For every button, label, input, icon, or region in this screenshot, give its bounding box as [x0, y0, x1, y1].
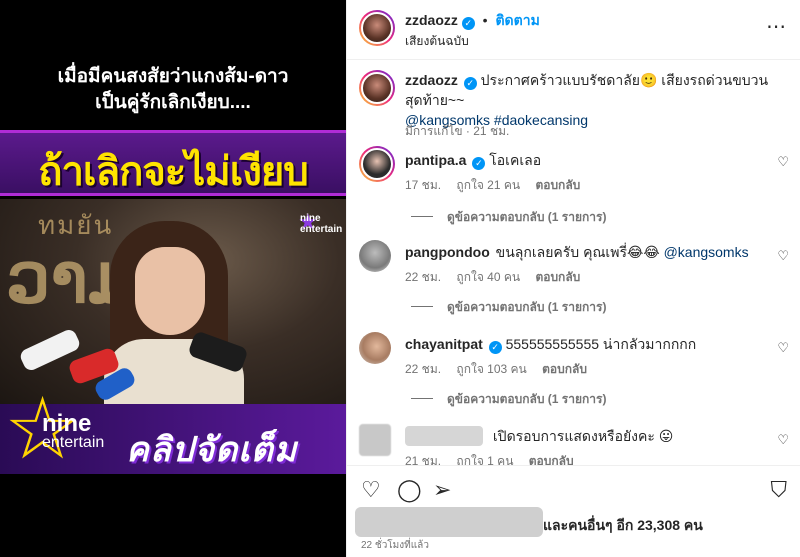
- post-header: zzdaozz ✓ • ติดตาม เสียงต้นฉบับ ⋯: [347, 0, 800, 60]
- comments-list[interactable]: zzdaozz ✓ ประกาศคร้าวแบบรัชดาลัย🙂 เสียงร…: [347, 60, 800, 465]
- bookmark-icon[interactable]: ⛉: [770, 478, 787, 502]
- post-media[interactable]: เมื่อมีคนสงสัยว่าแกงส้ม-ดาว เป็นคู่รักเล…: [0, 0, 346, 557]
- audio-label[interactable]: เสียงต้นฉบับ: [405, 32, 469, 51]
- verified-icon: ✓: [488, 341, 502, 354]
- comment-like-heart-icon[interactable]: ♡: [777, 340, 789, 356]
- likes-count[interactable]: และคนอื่นๆ อีก 23,308 คน: [543, 515, 703, 537]
- author-avatar[interactable]: [359, 10, 395, 46]
- lower-band: ☆ nine entertain คลิปจัดเต็ม: [0, 386, 346, 474]
- share-icon[interactable]: ➢: [433, 478, 451, 502]
- headline-band: ถ้าเลิกจะไม่เงียบ: [0, 130, 346, 196]
- interview-scene: ทมยัน ວາມ ★ nine entertain: [0, 199, 346, 409]
- blurred-liker-avatars: [355, 507, 543, 537]
- author-line: zzdaozz ✓ • ติดตาม: [405, 12, 540, 30]
- comment-icon[interactable]: ◯: [397, 478, 422, 502]
- heart-icon[interactable]: ♡: [361, 478, 381, 502]
- media-bottom-area: [0, 474, 346, 557]
- commenter-username[interactable]: chayanitpat: [405, 336, 483, 352]
- verified-icon: ✓: [472, 157, 486, 170]
- follow-button[interactable]: ติดตาม: [495, 12, 539, 28]
- brand-entertain: entertain: [42, 434, 105, 451]
- post-time-ago: 22 ชั่วโมงที่แล้ว: [361, 540, 429, 551]
- comment-like-count[interactable]: ถูกใจ 1 คน: [456, 454, 513, 465]
- reply-button[interactable]: ตอบกลับ: [535, 178, 580, 192]
- comment-like-count[interactable]: ถูกใจ 103 คน: [456, 362, 526, 376]
- caption-text: ประกาศคร้าวแบบรัชดาลัย🙂 เสียงรถด่วนขบวนส…: [405, 72, 769, 108]
- view-replies-button[interactable]: ดูข้อความตอบกลับ (1 รายการ): [411, 390, 606, 409]
- comment-time: 21 ชม.: [405, 454, 442, 465]
- view-replies-button[interactable]: ดูข้อความตอบกลับ (1 รายการ): [411, 208, 606, 227]
- caption-username[interactable]: zzdaozz: [405, 72, 458, 88]
- reply-button[interactable]: ตอบกลับ: [542, 362, 587, 376]
- comment-like-count[interactable]: ถูกใจ 40 คน: [456, 270, 520, 284]
- author-username[interactable]: zzdaozz: [405, 12, 458, 28]
- comment-text: 555555555555 น่ากลัวมากกกก: [505, 336, 697, 352]
- watermark-logo: nine entertain: [300, 213, 343, 235]
- comment-like-count[interactable]: ถูกใจ 21 คน: [456, 178, 520, 192]
- verified-icon: ✓: [463, 77, 477, 90]
- comment-time: 17 ชม.: [405, 178, 442, 192]
- post-panel: zzdaozz ✓ • ติดตาม เสียงต้นฉบับ ⋯ zzdaoz…: [346, 0, 800, 557]
- commenter-username[interactable]: pantipa.a: [405, 152, 466, 168]
- commenter-avatar[interactable]: [359, 332, 391, 364]
- comment-like-heart-icon[interactable]: ♡: [777, 248, 789, 264]
- comment-time: 22 ชม.: [405, 270, 442, 284]
- comment-text: เปิดรอบการแสดงหรือยังคะ 😛: [492, 428, 674, 444]
- media-caption-line-2: เป็นคู่รักเลิกเงียบ....: [95, 92, 251, 113]
- caption-edited: มีการแก้ไข · 21 ชม.: [405, 124, 510, 138]
- reply-button[interactable]: ตอบกลับ: [535, 270, 580, 284]
- more-options-icon[interactable]: ⋯: [766, 14, 787, 39]
- media-headline: ถ้าเลิกจะไม่เงียบ: [38, 150, 309, 194]
- comment-text: ขนลุกเลยครับ คุณเพรี่😂😂: [495, 244, 664, 260]
- comment-time: 22 ชม.: [405, 362, 442, 376]
- person-face: [135, 247, 205, 335]
- media-top-area: เมื่อมีคนสงสัยว่าแกงส้ม-ดาว เป็นคู่รักเล…: [0, 0, 346, 130]
- commenter-avatar[interactable]: [359, 146, 395, 182]
- media-caption-line-1: เมื่อมีคนสงสัยว่าแกงส้ม-ดาว: [57, 66, 289, 87]
- commenter-username[interactable]: pangpondoo: [405, 244, 490, 260]
- comment-like-heart-icon[interactable]: ♡: [777, 432, 789, 448]
- reply-button[interactable]: ตอบกลับ: [529, 454, 574, 465]
- comment-like-heart-icon[interactable]: ♡: [777, 154, 789, 170]
- commenter-avatar[interactable]: [359, 240, 391, 272]
- likes-summary: และคนอื่นๆ อีก 23,308 คน: [347, 505, 800, 537]
- comment-mention[interactable]: @kangsomks: [664, 244, 749, 260]
- caption-avatar[interactable]: [359, 70, 395, 106]
- blurred-username: [405, 426, 483, 446]
- comment-text: โอเคเลอ: [489, 152, 542, 168]
- commenter-avatar[interactable]: [359, 424, 391, 456]
- clip-label: คลิปจัดเต็ม: [126, 431, 298, 469]
- verified-icon: ✓: [461, 17, 475, 30]
- view-replies-button[interactable]: ดูข้อความตอบกลับ (1 รายการ): [411, 298, 606, 317]
